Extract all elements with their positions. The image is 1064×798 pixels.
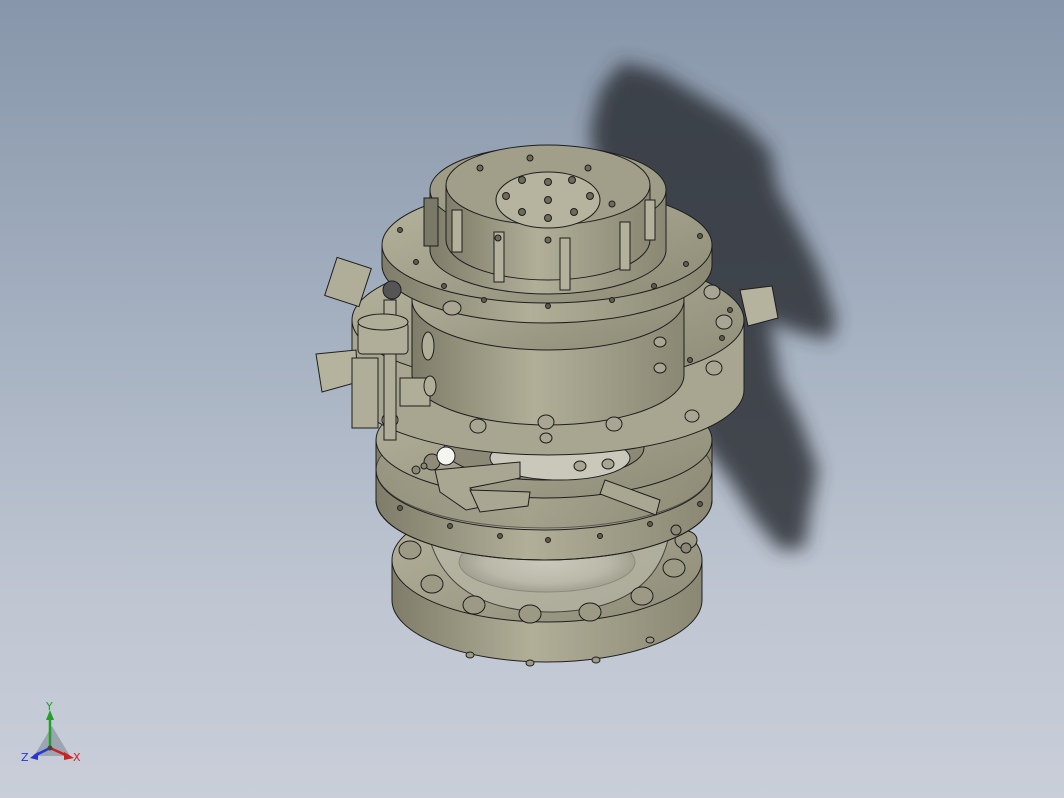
graphics-viewport[interactable]: X Y Z [0, 0, 1064, 798]
triad-base-shading [34, 726, 70, 756]
triad-x-label: X [73, 751, 81, 764]
triad-z-label: Z [21, 751, 29, 764]
triad-z-arrowhead [30, 752, 38, 760]
triad-origin [47, 745, 53, 751]
orientation-triad[interactable]: X Y Z [21, 700, 81, 764]
triad-y-label: Y [45, 700, 53, 713]
